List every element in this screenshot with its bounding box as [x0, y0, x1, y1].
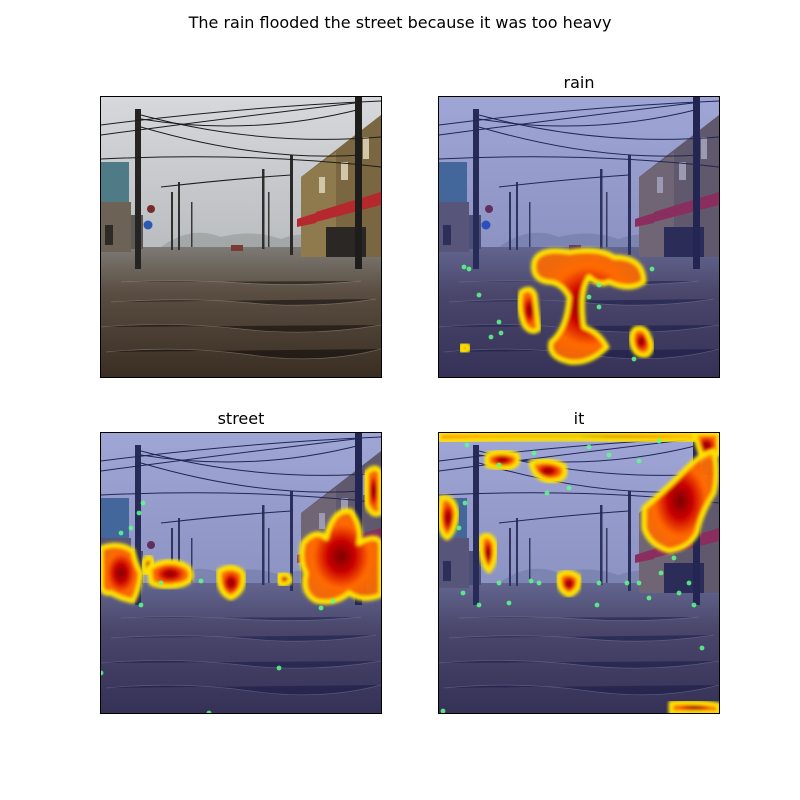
- street-scene-street-heatmap: [101, 433, 381, 713]
- figure-title: The rain flooded the street because it w…: [188, 13, 612, 32]
- street-heatmap-panel: [100, 432, 382, 714]
- rain-heatmap-panel: [438, 96, 720, 378]
- panel-title-it: it: [573, 409, 585, 428]
- street-scene-rain-heatmap: [439, 97, 719, 377]
- original-image-panel: [100, 96, 382, 378]
- street-scene-it-heatmap: [439, 433, 719, 713]
- panel-title-rain: rain: [563, 73, 595, 92]
- panel-title-street: street: [217, 409, 265, 428]
- it-heatmap-panel: [438, 432, 720, 714]
- street-scene-original: [101, 97, 381, 377]
